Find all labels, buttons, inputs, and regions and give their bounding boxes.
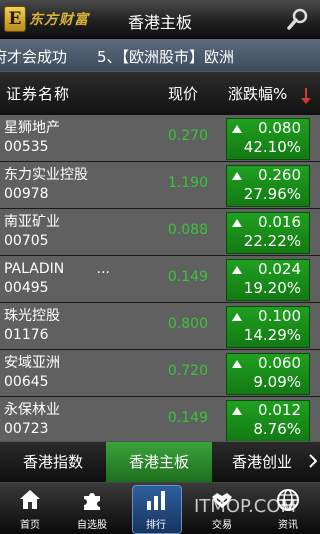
up-arrow-icon [232, 125, 242, 133]
board-tabs: 香港创业 香港主板 香港指数 [0, 441, 320, 482]
table-row[interactable]: 南亚矿业 00705 0.088 0.016 22.22% [0, 209, 320, 256]
stock-name: 永保林业 [4, 402, 60, 418]
news-ticker[interactable]: 府才会成功 5、【欧洲股市】欧洲 [0, 39, 320, 71]
stock-list: 星狮地产 00535 0.270 0.080 42.10% 东力实业控股 00978 1.19… [0, 115, 320, 444]
stock-code: 00978 [4, 186, 49, 202]
tab-hk-main-board[interactable]: 香港主板 [106, 442, 212, 482]
change-box: 0.024 19.20% [226, 259, 310, 301]
stock-price: 0.149 [167, 269, 208, 285]
stock-code: 00705 [4, 233, 49, 249]
nav-item-home[interactable]: 首页 [4, 483, 56, 534]
up-arrow-icon [232, 266, 242, 274]
table-row[interactable]: 星狮地产 00535 0.270 0.080 42.10% [0, 115, 320, 162]
stock-code: 00645 [4, 374, 49, 390]
column-name-header[interactable]: 证券名称 [6, 83, 70, 104]
puzzle-icon [84, 493, 100, 510]
up-arrow-icon [232, 360, 242, 368]
nav-label: 排行 [146, 520, 166, 531]
change-percent: 42.10% [243, 138, 301, 156]
sort-down-icon[interactable] [301, 87, 311, 105]
stock-price: 0.088 [167, 222, 208, 238]
up-arrow-icon [232, 219, 242, 227]
stock-code: 00495 [4, 280, 49, 296]
stock-name: 东力实业控股 [4, 167, 88, 183]
stock-code: 00535 [4, 139, 49, 155]
stock-price: 0.800 [167, 316, 208, 332]
stock-price: 0.149 [167, 410, 208, 426]
column-price-header[interactable]: 现价 [168, 83, 198, 104]
ticker-text: 府才会成功 5、【欧洲股市】欧洲 [0, 48, 235, 66]
change-value: 0.260 [258, 166, 301, 184]
stock-name: 南亚矿业 [4, 214, 60, 230]
change-box: 0.060 9.09% [226, 353, 310, 395]
stock-price: 1.190 [167, 175, 208, 191]
change-value: 0.016 [258, 213, 301, 231]
bar-chart-icon [147, 491, 165, 510]
home-icon [20, 490, 40, 509]
table-row[interactable]: 珠光控股 01176 0.800 0.100 14.29% [0, 303, 320, 350]
change-box: 0.100 14.29% [226, 306, 310, 348]
nav-label: 自选股 [77, 520, 107, 531]
change-value: 0.080 [258, 119, 301, 137]
up-arrow-icon [232, 313, 242, 321]
change-value: 0.012 [258, 401, 301, 419]
stock-code: 00723 [4, 421, 49, 437]
change-percent: 19.20% [243, 279, 301, 297]
nav-label: 资讯 [278, 520, 298, 531]
change-value: 0.100 [258, 307, 301, 325]
search-icon[interactable] [286, 7, 310, 31]
up-arrow-icon [232, 407, 242, 415]
change-box: 0.080 42.10% [226, 118, 310, 160]
stock-price: 0.270 [167, 128, 208, 144]
change-percent: 27.96% [243, 185, 301, 203]
stock-price: 0.720 [167, 363, 208, 379]
table-row[interactable]: 安域亚洲 00645 0.720 0.060 9.09% [0, 350, 320, 397]
change-percent: 9.09% [253, 373, 301, 391]
page-title: 香港主板 [127, 13, 192, 32]
change-box: 0.012 8.76% [226, 400, 310, 442]
column-change-header[interactable]: 涨跌幅% [228, 83, 287, 104]
change-box: 0.260 27.96% [226, 165, 310, 207]
table-row[interactable]: 东力实业控股 00978 1.190 0.260 27.96% [0, 162, 320, 209]
stock-name: 星狮地产 [4, 120, 60, 136]
tab-hk-gem[interactable]: 香港创业 [212, 442, 312, 482]
tab-hk-index[interactable]: 香港指数 [0, 442, 106, 482]
change-value: 0.060 [258, 354, 301, 372]
stock-name: 珠光控股 [4, 308, 60, 324]
chevron-right-icon[interactable] [309, 454, 317, 468]
stock-name: PALADIN ... [4, 261, 111, 277]
stock-code: 01176 [4, 327, 49, 343]
nav-label: 交易 [212, 520, 232, 531]
change-percent: 22.22% [243, 232, 301, 250]
title-bar: E 东方财富 香港主板 [0, 0, 320, 39]
nav-item-puzzle[interactable]: 自选股 [66, 483, 118, 534]
change-value: 0.024 [258, 260, 301, 278]
change-percent: 14.29% [243, 326, 301, 344]
change-box: 0.016 22.22% [226, 212, 310, 254]
watermark: ITMOP.COM [194, 496, 297, 517]
stock-name: 安域亚洲 [4, 355, 60, 371]
nav-item-bar-chart[interactable]: 排行 [130, 483, 182, 534]
nav-label: 首页 [20, 520, 40, 531]
change-percent: 8.76% [253, 420, 301, 438]
up-arrow-icon [232, 172, 242, 180]
table-row[interactable]: PALADIN ... 00495 0.149 0.024 19.20% [0, 256, 320, 303]
table-header: 证券名称 现价 涨跌幅% [0, 71, 320, 115]
table-row[interactable]: 永保林业 00723 0.149 0.012 8.76% [0, 397, 320, 444]
